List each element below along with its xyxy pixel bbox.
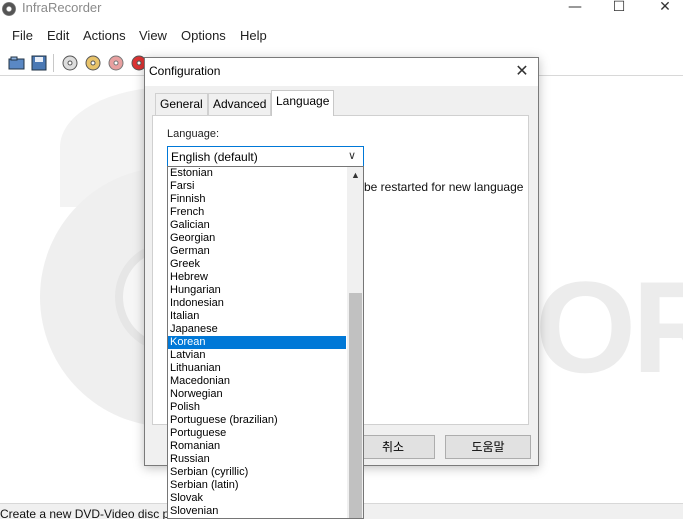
language-option[interactable]: Macedonian [168, 375, 346, 388]
language-option[interactable]: Norwegian [168, 388, 346, 401]
language-option[interactable]: Portuguese [168, 427, 346, 440]
language-option[interactable]: Galician [168, 219, 346, 232]
language-option[interactable]: Greek [168, 258, 346, 271]
disc-icon[interactable] [61, 54, 79, 72]
language-option[interactable]: Korean [168, 336, 346, 349]
tab-language[interactable]: Language [271, 90, 335, 116]
menu-edit[interactable]: Edit [47, 28, 69, 43]
language-option[interactable]: Hungarian [168, 284, 346, 297]
scroll-up-icon[interactable]: ▲ [347, 167, 363, 184]
app-titlebar: InfraRecorder — ☐ ✕ [0, 0, 683, 22]
background-logo-text: OR [535, 254, 683, 400]
language-option[interactable]: Latvian [168, 349, 346, 362]
dropdown-scrollbar[interactable]: ▲ [347, 167, 363, 518]
language-select-value: English (default) [171, 150, 258, 164]
language-option[interactable]: Estonian [168, 167, 346, 180]
language-option[interactable]: Finnish [168, 193, 346, 206]
save-icon[interactable] [30, 54, 48, 72]
chevron-down-icon[interactable]: ∨ [348, 150, 360, 162]
app-title: InfraRecorder [22, 0, 102, 15]
language-option[interactable]: Hebrew [168, 271, 346, 284]
scrollbar-thumb[interactable] [349, 293, 362, 518]
tab-advanced[interactable]: Advanced [208, 93, 272, 115]
language-option[interactable]: Polish [168, 401, 346, 414]
tab-general[interactable]: General [155, 93, 208, 115]
minimize-button[interactable]: — [552, 0, 598, 20]
menu-options[interactable]: Options [181, 28, 226, 43]
language-option[interactable]: Farsi [168, 180, 346, 193]
dialog-titlebar: Configuration ✕ [145, 58, 538, 86]
dialog-title: Configuration [149, 64, 221, 78]
language-option[interactable]: Slovak [168, 492, 346, 505]
disc-erase-icon[interactable] [107, 54, 125, 72]
language-option[interactable]: Lithuanian [168, 362, 346, 375]
language-label: Language: [167, 128, 219, 140]
menu-view[interactable]: View [139, 28, 167, 43]
language-option[interactable]: Georgian [168, 232, 346, 245]
language-option[interactable]: Japanese [168, 323, 346, 336]
language-dropdown-list[interactable]: Slovenian Slovak Serbian (latin) Serbian (c… [167, 166, 364, 519]
language-option[interactable]: German [168, 245, 346, 258]
app-logo-icon [2, 2, 16, 16]
language-select[interactable]: English (default) ∨ [167, 146, 364, 167]
menu-bar: File Edit Actions View Options Help [0, 24, 683, 46]
disc-copy-icon[interactable] [84, 54, 102, 72]
language-option[interactable]: Russian [168, 453, 346, 466]
language-option[interactable]: French [168, 206, 346, 219]
language-option[interactable]: Indonesian [168, 297, 346, 310]
help-button[interactable]: 도움말 [445, 435, 531, 459]
restart-note: be restarted for new language [364, 180, 524, 194]
menu-actions[interactable]: Actions [83, 28, 126, 43]
menu-help[interactable]: Help [240, 28, 267, 43]
maximize-button[interactable]: ☐ [596, 0, 642, 20]
language-option[interactable]: Portuguese (brazilian) [168, 414, 346, 427]
open-icon[interactable] [8, 54, 26, 72]
language-option[interactable]: Italian [168, 310, 346, 323]
language-option[interactable]: Romanian [168, 440, 346, 453]
language-option[interactable]: Serbian (cyrillic) [168, 466, 346, 479]
dialog-close-button[interactable]: ✕ [512, 62, 532, 82]
menu-file[interactable]: File [12, 28, 33, 43]
language-option[interactable]: Serbian (latin) [168, 479, 346, 492]
language-option[interactable]: Slovenian [168, 505, 346, 518]
toolbar-separator [53, 54, 54, 72]
close-window-button[interactable]: ✕ [642, 0, 683, 20]
status-text: Create a new DVD-Video disc p [0, 507, 170, 519]
